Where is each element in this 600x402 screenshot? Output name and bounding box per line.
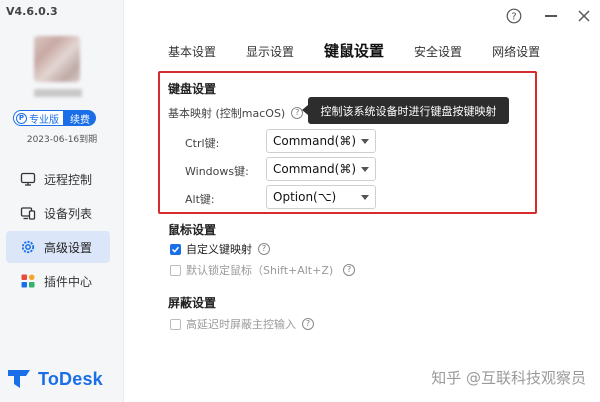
tab-keyboard-mouse-settings[interactable]: 键鼠设置 xyxy=(324,40,384,61)
keyboard-settings-title: 键盘设置 xyxy=(168,82,217,96)
avatar[interactable] xyxy=(34,36,80,82)
pro-label: 专业版 xyxy=(29,114,59,126)
app-version: V4.6.0.3 xyxy=(6,5,58,18)
lock-mouse-label: 默认锁定鼠标（Shift+Alt+Z) xyxy=(186,264,334,277)
tab-basic-settings[interactable]: 基本设置 xyxy=(168,43,216,60)
settings-tabs: 基本设置 显示设置 键鼠设置 安全设置 网络设置 xyxy=(168,40,570,61)
membership-badges: P 专业版 续费 xyxy=(13,110,96,126)
devices-icon xyxy=(20,205,36,221)
sidebar-item-device-list[interactable]: 设备列表 xyxy=(6,197,110,229)
windows-key-select[interactable]: Command(⌘) xyxy=(266,157,376,181)
tab-security-settings[interactable]: 安全设置 xyxy=(414,43,462,60)
help-button[interactable]: ? xyxy=(505,7,523,25)
alt-key-value: Option(⌥) xyxy=(273,190,337,204)
mapping-tooltip: 控制该系统设备时进行键盘按键映射 xyxy=(302,97,509,124)
pro-p-icon: P xyxy=(16,112,27,124)
custom-key-mapping-help-icon[interactable]: ? xyxy=(258,243,270,255)
todesk-logo-text: ToDesk xyxy=(38,369,103,389)
ctrl-key-value: Command(⌘) xyxy=(273,134,357,148)
close-icon xyxy=(578,10,590,22)
expire-date: 2023-06-16到期 xyxy=(26,135,98,145)
help-circle-icon: ? xyxy=(506,8,522,24)
sidebar-item-plugin-center[interactable]: 插件中心 xyxy=(6,265,110,297)
sidebar-item-label: 远程控制 xyxy=(44,172,93,187)
monitor-icon xyxy=(20,171,36,187)
settings-gear-icon xyxy=(20,239,36,255)
alt-key-label: Alt键: xyxy=(185,193,215,206)
svg-text:?: ? xyxy=(511,12,516,23)
mapping-label: 基本映射 (控制macOS) xyxy=(168,107,286,120)
tab-network-settings[interactable]: 网络设置 xyxy=(492,43,540,60)
sidebar-item-advanced-settings[interactable]: 高级设置 xyxy=(6,231,110,263)
block-input-checkbox[interactable] xyxy=(170,318,181,330)
sidebar-item-remote-control[interactable]: 远程控制 xyxy=(6,163,110,195)
todesk-logo: ToDesk xyxy=(8,368,103,391)
username-blurred xyxy=(34,89,82,97)
ctrl-key-select[interactable]: Command(⌘) xyxy=(266,129,376,153)
lock-mouse-checkbox[interactable] xyxy=(170,264,181,276)
windows-key-value: Command(⌘) xyxy=(273,162,357,176)
block-input-help-icon[interactable]: ? xyxy=(302,318,314,330)
checkmark-icon xyxy=(171,246,180,253)
block-input-option[interactable]: 高延迟时屏蔽主控输入 ? xyxy=(170,316,314,332)
custom-key-mapping-label: 自定义键映射 xyxy=(186,243,252,256)
minimize-button[interactable] xyxy=(542,7,560,25)
mapping-row: 基本映射 (控制macOS) ? xyxy=(168,105,304,121)
mouse-settings-title: 鼠标设置 xyxy=(168,223,217,237)
sidebar: V4.6.0.3 P 专业版 续费 2023-06-16到期 远程控制 设备列表… xyxy=(0,0,124,402)
minimize-icon xyxy=(545,15,557,17)
renew-button[interactable]: 续费 xyxy=(64,110,96,126)
block-settings-title: 屏蔽设置 xyxy=(168,296,217,310)
custom-key-mapping-option[interactable]: 自定义键映射 ? xyxy=(170,241,270,257)
tab-display-settings[interactable]: 显示设置 xyxy=(246,43,294,60)
sidebar-item-label: 插件中心 xyxy=(44,274,93,289)
plugin-grid-icon xyxy=(20,273,36,289)
close-button[interactable] xyxy=(575,7,593,25)
ctrl-key-label: Ctrl键: xyxy=(185,137,220,150)
lock-mouse-help-icon[interactable]: ? xyxy=(343,264,356,276)
watermark: 知乎 @互联科技观察员 xyxy=(431,369,586,387)
sidebar-nav: 远程控制 设备列表 高级设置 插件中心 xyxy=(6,163,110,299)
pro-badge: P 专业版 xyxy=(13,110,64,126)
sidebar-item-label: 设备列表 xyxy=(44,206,93,221)
chevron-down-icon xyxy=(361,167,369,172)
block-input-label: 高延迟时屏蔽主控输入 xyxy=(186,318,296,331)
todesk-logo-icon xyxy=(8,368,32,391)
chevron-down-icon xyxy=(361,195,369,200)
sidebar-item-label: 高级设置 xyxy=(44,240,93,255)
custom-key-mapping-checkbox[interactable] xyxy=(170,243,181,255)
alt-key-select[interactable]: Option(⌥) xyxy=(266,185,376,209)
lock-mouse-option[interactable]: 默认锁定鼠标（Shift+Alt+Z) ? xyxy=(170,262,356,278)
chevron-down-icon xyxy=(361,139,369,144)
windows-key-label: Windows键: xyxy=(185,165,249,178)
